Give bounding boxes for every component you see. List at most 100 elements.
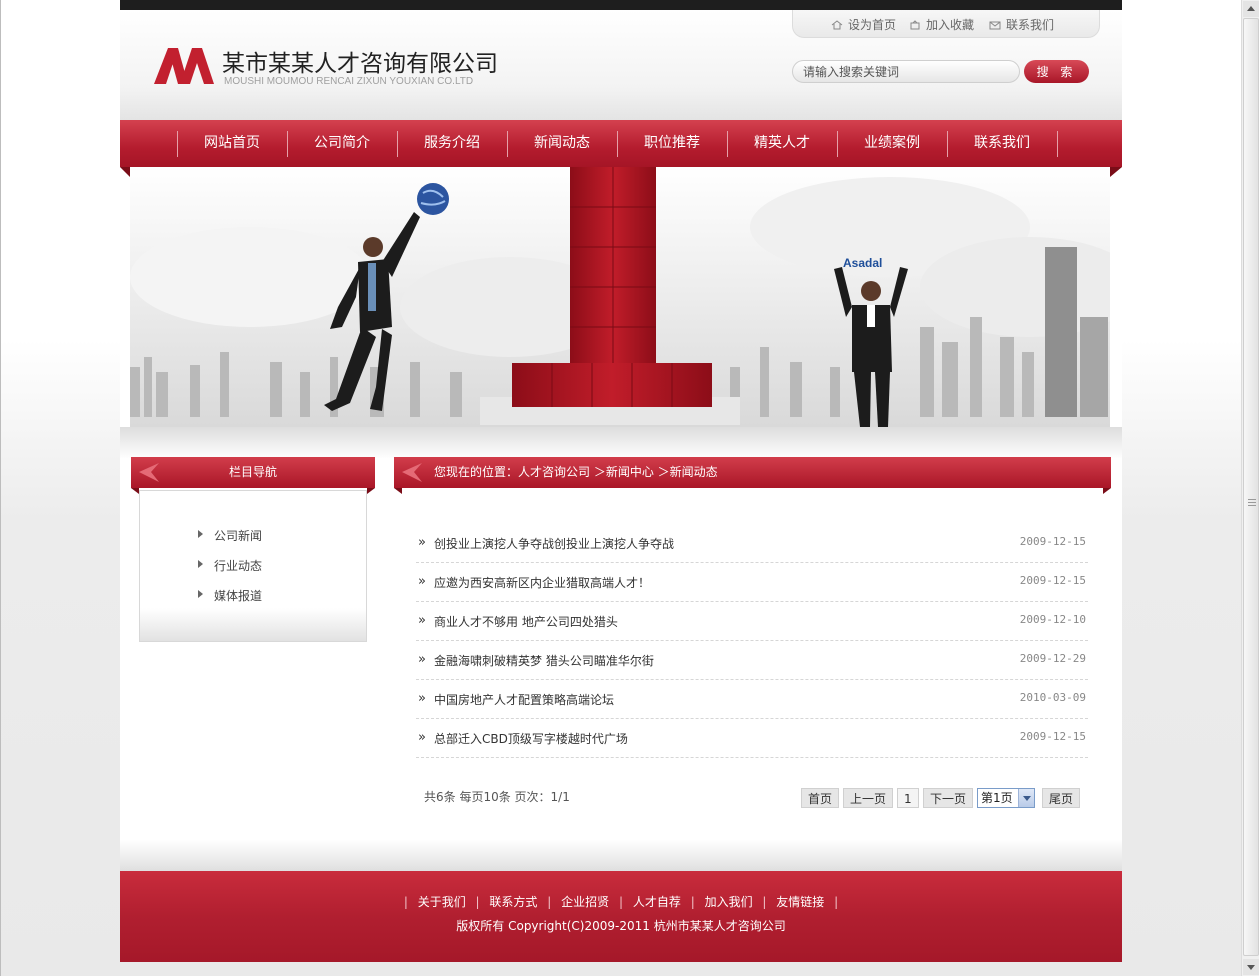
- page-select[interactable]: 第1页: [977, 788, 1035, 808]
- scroll-down-icon[interactable]: [1243, 959, 1259, 975]
- sidebar-item-media-reports[interactable]: 媒体报道: [198, 587, 262, 604]
- copyright-text: 版权所有 Copyright(C)2009-2011 杭州市某某人才咨询公司: [456, 919, 786, 933]
- double-chevron-icon: »: [418, 691, 426, 706]
- last-page-button[interactable]: 尾页: [1042, 788, 1081, 808]
- sidebar-item-company-news[interactable]: 公司新闻: [198, 527, 263, 544]
- page-select-value: 第1页: [981, 791, 1013, 805]
- sidebar-item-industry-news[interactable]: 行业动态: [198, 557, 263, 574]
- nav-item-cases[interactable]: 业绩案例: [837, 120, 947, 167]
- breadcrumb-corner-left: [394, 488, 402, 494]
- first-page-button[interactable]: 首页: [801, 788, 840, 808]
- double-chevron-icon: »: [418, 730, 426, 745]
- top-dark-bar: [120, 0, 1122, 10]
- chevron-down-icon[interactable]: [1018, 789, 1034, 807]
- contact-icon: [989, 21, 1001, 29]
- list-item: » 金融海啸刺破精英梦 猎头公司瞄准华尔街 2009-12-29: [416, 641, 1088, 680]
- scrollbar-thumb[interactable]: [1243, 18, 1259, 956]
- news-title-link[interactable]: 创投业上演挖人争夺战创投业上演挖人争夺战: [434, 535, 674, 552]
- footer-link-self-recommend[interactable]: 人才自荐: [633, 895, 681, 909]
- breadcrumb-wing-icon: [402, 463, 422, 482]
- banner-corner-left: [120, 167, 130, 177]
- footer-separator: |: [690, 895, 695, 909]
- contact-us-link[interactable]: 联系我们: [989, 16, 1054, 33]
- sidebar-title: 栏目导航: [228, 465, 277, 479]
- sidebar-wing-icon: [139, 463, 159, 482]
- nav-item-home[interactable]: 网站首页: [177, 120, 287, 167]
- triangle-icon: [198, 590, 203, 598]
- double-chevron-icon: »: [418, 535, 426, 550]
- footer-separator: |: [834, 895, 839, 909]
- news-title-link[interactable]: 总部迁入CBD顶级写字楼越时代广场: [434, 730, 628, 747]
- sidebar-item-label: 行业动态: [214, 559, 263, 573]
- footer-link-about[interactable]: 关于我们: [418, 895, 466, 909]
- news-title-link[interactable]: 金融海啸刺破精英梦 猎头公司瞄准华尔街: [434, 652, 654, 669]
- news-list: » 创投业上演挖人争夺战创投业上演挖人争夺战 2009-12-15 » 应邀为西…: [416, 524, 1088, 758]
- footer-band: [120, 840, 1122, 872]
- footer-link-contact[interactable]: 联系方式: [489, 895, 537, 909]
- triangle-icon: [198, 530, 203, 538]
- news-date: 2010-03-09: [1019, 691, 1086, 704]
- nav-item-news[interactable]: 新闻动态: [507, 120, 617, 167]
- sidebar-menu: 公司新闻 行业动态 媒体报道: [139, 490, 367, 642]
- footer-link-recruit[interactable]: 企业招贤: [561, 895, 609, 909]
- top-links-bar: 设为首页 加入收藏 联系我们: [792, 10, 1100, 38]
- company-name-en: MOUSHI MOUMOU RENCAI ZIXUN YOUXIAN CO.LT…: [224, 76, 474, 87]
- footer: | 关于我们 | 联系方式 | 企业招贤 | 人才自荐 | 加入我们 | 友情链…: [120, 871, 1122, 962]
- list-item: » 创投业上演挖人争夺战创投业上演挖人争夺战 2009-12-15: [416, 524, 1088, 563]
- nav-item-about[interactable]: 公司简介: [287, 120, 397, 167]
- current-page-number[interactable]: 1: [897, 788, 919, 808]
- sidebar-header: 栏目导航: [131, 457, 375, 488]
- window-left-edge: [0, 0, 1, 976]
- pager-info: 共6条 每页10条 页次：1/1: [424, 790, 570, 804]
- news-date: 2009-12-15: [1019, 730, 1086, 743]
- page-container: 某市某某人才咨询有限公司 MOUSHI MOUMOU RENCAI ZIXUN …: [120, 0, 1122, 962]
- search-input[interactable]: [792, 60, 1020, 83]
- banner-sign-text: Asadal: [843, 256, 882, 270]
- breadcrumb: 您现在的位置：人才咨询公司 ＞新闻中心 ＞新闻动态: [394, 457, 1111, 488]
- add-favorite-label: 加入收藏: [926, 18, 975, 32]
- double-chevron-icon: »: [418, 652, 426, 667]
- news-title-link[interactable]: 中国房地产人才配置策略高端论坛: [434, 691, 614, 708]
- footer-link-join[interactable]: 加入我们: [705, 895, 753, 909]
- news-date: 2009-12-29: [1019, 652, 1086, 665]
- contact-us-label: 联系我们: [1006, 18, 1055, 32]
- news-title-link[interactable]: 商业人才不够用 地产公司四处猎头: [434, 613, 618, 630]
- banner-illustration: Asadal: [130, 167, 1110, 427]
- triangle-icon: [198, 560, 203, 568]
- scroll-up-icon[interactable]: [1243, 1, 1259, 17]
- add-favorite-link[interactable]: 加入收藏: [909, 16, 974, 33]
- news-date: 2009-12-15: [1019, 574, 1086, 587]
- grip-icon: [1248, 499, 1256, 507]
- breadcrumb-text: 您现在的位置：人才咨询公司 ＞新闻中心 ＞新闻动态: [434, 465, 718, 479]
- nav-separator: [1057, 131, 1058, 157]
- list-item: » 中国房地产人才配置策略高端论坛 2010-03-09: [416, 680, 1088, 719]
- breadcrumb-corner-right: [1103, 488, 1111, 494]
- header: 某市某某人才咨询有限公司 MOUSHI MOUMOU RENCAI ZIXUN …: [120, 10, 1122, 120]
- footer-links: | 关于我们 | 联系方式 | 企业招贤 | 人才自荐 | 加入我们 | 友情链…: [120, 893, 1122, 910]
- footer-separator: |: [762, 895, 767, 909]
- sidebar-corner-left: [131, 488, 139, 494]
- footer-separator: |: [475, 895, 480, 909]
- nav-item-contact[interactable]: 联系我们: [947, 120, 1057, 167]
- search-button[interactable]: 搜 索: [1024, 60, 1089, 83]
- nav-item-services[interactable]: 服务介绍: [397, 120, 507, 167]
- news-date: 2009-12-10: [1019, 613, 1086, 626]
- list-item: » 应邀为西安高新区内企业猎取高端人才！ 2009-12-15: [416, 563, 1088, 602]
- nav-item-jobs[interactable]: 职位推荐: [617, 120, 727, 167]
- prev-page-button[interactable]: 上一页: [843, 788, 894, 808]
- nav-item-talents[interactable]: 精英人才: [727, 120, 837, 167]
- vertical-scrollbar[interactable]: [1241, 0, 1259, 976]
- footer-separator: |: [618, 895, 624, 909]
- footer-link-friends[interactable]: 友情链接: [776, 895, 824, 909]
- news-date: 2009-12-15: [1019, 535, 1086, 548]
- next-page-button[interactable]: 下一页: [923, 788, 974, 808]
- company-logo-icon: [154, 48, 214, 84]
- sidebar-item-label: 公司新闻: [214, 529, 263, 543]
- set-homepage-link[interactable]: 设为首页: [831, 16, 896, 33]
- list-item: » 商业人才不够用 地产公司四处猎头 2009-12-10: [416, 602, 1088, 641]
- hero-banner: Asadal: [130, 167, 1110, 427]
- news-title-link[interactable]: 应邀为西安高新区内企业猎取高端人才！: [434, 574, 650, 591]
- company-name: 某市某某人才咨询有限公司: [222, 51, 498, 77]
- favorite-icon: [910, 19, 920, 29]
- set-homepage-label: 设为首页: [848, 18, 897, 32]
